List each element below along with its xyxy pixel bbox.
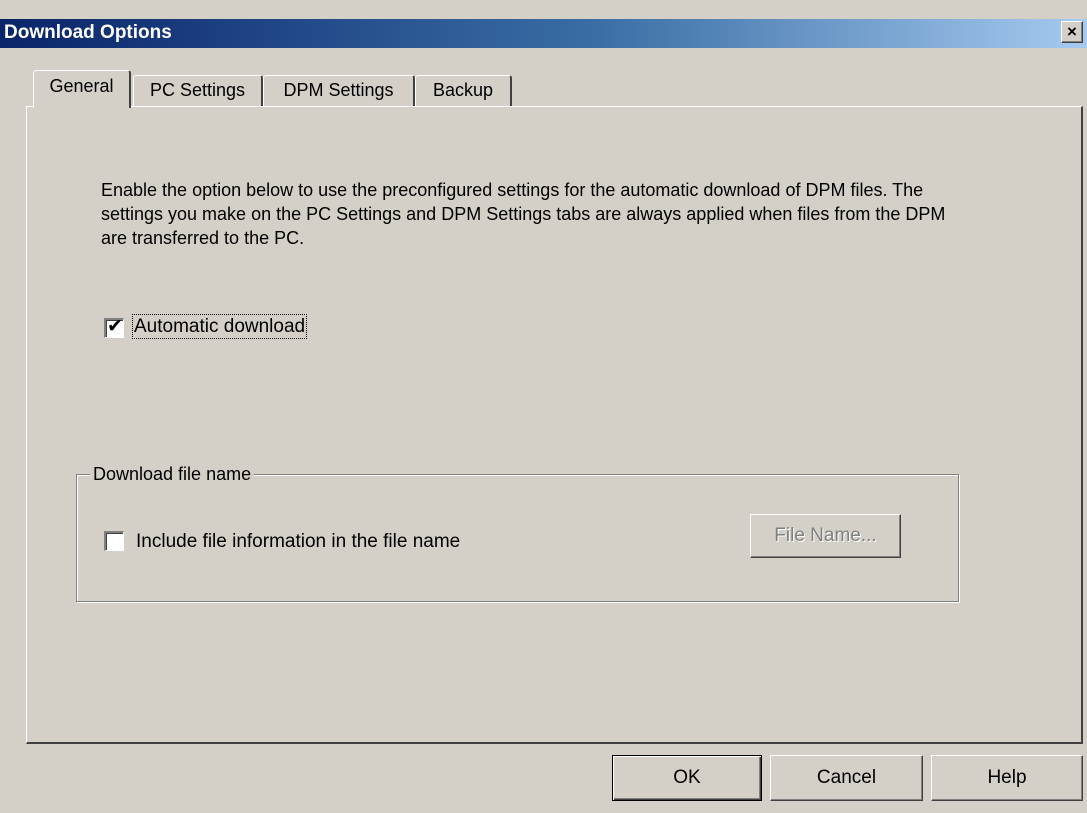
- file-name-button[interactable]: File Name...: [750, 514, 901, 558]
- include-file-info-label[interactable]: Include file information in the file nam…: [136, 530, 460, 554]
- ok-button-label: OK: [673, 767, 701, 788]
- include-file-info-checkbox[interactable]: [104, 531, 124, 551]
- download-options-dialog: Download Options × General PC Settings D…: [0, 0, 1087, 813]
- cancel-button-label: Cancel: [816, 767, 877, 788]
- close-icon: ×: [1067, 22, 1077, 41]
- help-button-label: Help: [987, 767, 1027, 788]
- window-title: Download Options: [4, 22, 172, 43]
- download-file-name-legend: Download file name: [90, 462, 255, 486]
- tab-pc-settings[interactable]: PC Settings: [133, 75, 263, 106]
- automatic-download-label-text: Automatic download: [131, 314, 308, 339]
- automatic-download-checkbox[interactable]: ✔: [104, 316, 124, 338]
- ok-button[interactable]: OK: [612, 755, 762, 801]
- tab-general[interactable]: General: [33, 70, 131, 108]
- description-text: Enable the option below to use the preco…: [101, 180, 946, 248]
- close-button[interactable]: ×: [1061, 21, 1083, 43]
- tab-dpm-settings-label: DPM Settings: [283, 80, 394, 100]
- tab-backup[interactable]: Backup: [415, 75, 512, 106]
- tab-general-label: General: [49, 76, 114, 96]
- checkmark-icon: ✔: [107, 316, 123, 337]
- file-name-button-label: File Name...: [774, 525, 877, 546]
- tab-pc-settings-label: PC Settings: [149, 80, 246, 100]
- automatic-download-label[interactable]: Automatic download: [131, 314, 308, 339]
- cancel-button[interactable]: Cancel: [770, 755, 923, 801]
- title-bar[interactable]: Download Options ×: [0, 19, 1087, 48]
- help-button[interactable]: Help: [931, 755, 1083, 801]
- tab-backup-label: Backup: [432, 80, 494, 100]
- tab-dpm-settings[interactable]: DPM Settings: [263, 75, 415, 106]
